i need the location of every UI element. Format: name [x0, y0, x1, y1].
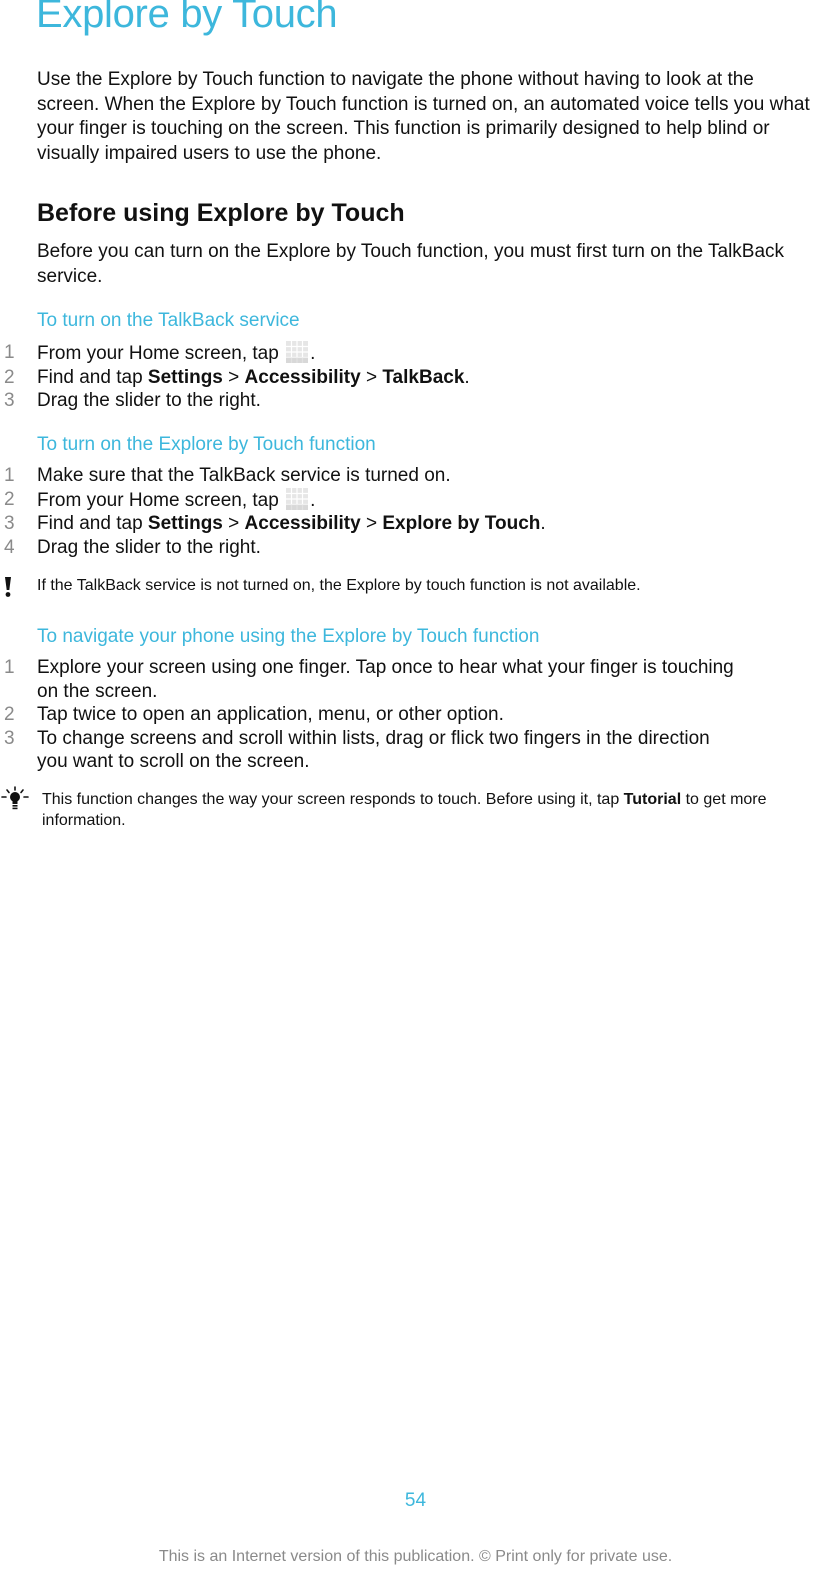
step-text: Make sure that the TalkBack service is t…	[37, 465, 451, 486]
path-separator: >	[222, 366, 245, 388]
procedure-steps-navigate: 1 Explore your screen using one finger. …	[0, 656, 800, 774]
step: 1 From your Home screen, tap .	[0, 341, 737, 366]
step: 1 Make sure that the TalkBack service is…	[0, 464, 737, 488]
step-text: Drag the slider to the right.	[37, 390, 261, 411]
step-number: 4	[4, 536, 15, 558]
step-number: 2	[4, 366, 15, 388]
step: 2 Tap twice to open an application, menu…	[0, 703, 737, 727]
step-number: 1	[4, 342, 15, 363]
section-text: Before you can turn on the Explore by To…	[37, 241, 785, 287]
step: 3 Find and tap Settings > Accessibility …	[0, 512, 737, 536]
step-number: 2	[4, 488, 15, 510]
page-number: 54	[404, 1490, 427, 1511]
path-separator: >	[360, 366, 383, 388]
procedure-steps-talkback: 1 From your Home screen, tap . 2 Find an…	[0, 341, 800, 413]
step-text: From your Home screen, tap	[37, 343, 285, 364]
tutorial-label: Tutorial	[623, 791, 682, 808]
section-heading: Before using Explore by Touch	[37, 199, 405, 227]
procedure-steps-explore-by-touch: 1 Make sure that the TalkBack service is…	[0, 464, 800, 559]
step-text: Find and tap	[37, 366, 148, 388]
menu-path-talkback: TalkBack	[382, 366, 465, 388]
step-text-end: .	[464, 366, 470, 388]
step: 4 Drag the slider to the right.	[0, 536, 737, 560]
step-text: Find and tap	[37, 513, 148, 534]
page-title: Explore by Touch	[36, 0, 338, 36]
step: 2 Find and tap Settings > Accessibility …	[0, 366, 737, 390]
step: 3 Drag the slider to the right.	[0, 389, 737, 413]
app-grid-icon	[286, 341, 309, 363]
warning-text: If the TalkBack service is not turned on…	[37, 577, 641, 594]
menu-path-accessibility: Accessibility	[244, 366, 361, 388]
step-number: 1	[4, 657, 15, 678]
step-number: 3	[4, 390, 15, 411]
tip-text-start: This function changes the way your scree…	[42, 791, 624, 808]
step: 3 To change screens and scroll within li…	[0, 727, 737, 774]
step-number: 3	[4, 513, 15, 534]
menu-path-accessibility: Accessibility	[244, 513, 361, 534]
tip-text: This function changes the way your scree…	[42, 789, 821, 831]
path-separator: >	[360, 513, 383, 534]
step-text-end: .	[310, 343, 316, 364]
step-text: Explore your screen using one finger. Ta…	[37, 657, 734, 702]
procedure-title-navigate: To navigate your phone using the Explore…	[37, 626, 540, 647]
path-separator: >	[222, 513, 245, 534]
app-grid-icon	[286, 487, 309, 510]
step-text: To change screens and scroll within list…	[37, 727, 710, 773]
step-text: Drag the slider to the right.	[37, 536, 261, 558]
step-text: From your Home screen, tap	[37, 489, 285, 511]
menu-path-explore-by-touch: Explore by Touch	[382, 513, 541, 534]
step-text-end: .	[310, 489, 316, 511]
procedure-title-talkback: To turn on the TalkBack service	[37, 310, 300, 331]
step-number: 1	[4, 465, 15, 486]
lightbulb-icon	[0, 786, 30, 818]
procedure-title-explore-by-touch: To turn on the Explore by Touch function	[37, 434, 376, 455]
step-number: 3	[4, 727, 15, 749]
step-text: Tap twice to open an application, menu, …	[37, 704, 504, 725]
menu-path-settings: Settings	[147, 513, 223, 534]
step-number: 2	[4, 704, 15, 725]
step: 1 Explore your screen using one finger. …	[0, 656, 737, 703]
intro-paragraph: Use the Explore by Touch function to nav…	[37, 69, 810, 164]
footer-notice: This is an Internet version of this publ…	[158, 1548, 673, 1565]
menu-path-settings: Settings	[147, 366, 223, 388]
exclamation-icon	[3, 576, 13, 604]
step: 2 From your Home screen, tap .	[0, 487, 737, 513]
step-text-end: .	[540, 513, 546, 534]
